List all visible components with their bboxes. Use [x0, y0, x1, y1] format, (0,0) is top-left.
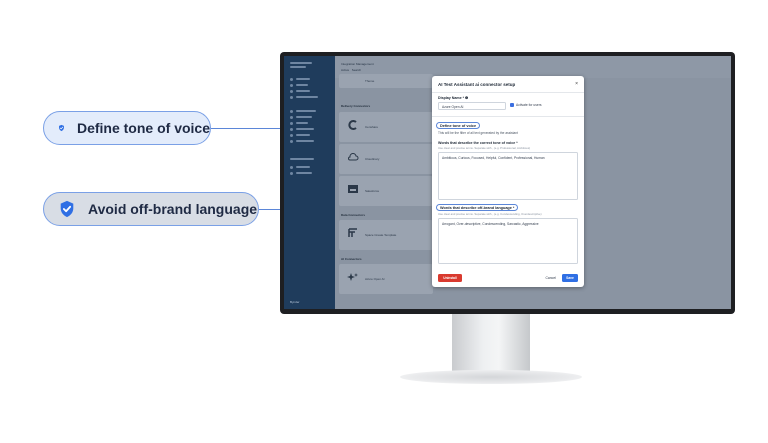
- activate-label: Activate for users: [516, 103, 542, 107]
- sidebar: Bynder: [284, 56, 335, 309]
- connector-setup-modal: AI Test Assistant ai connector setup × D…: [432, 76, 584, 287]
- tone-words-value: Ambitious, Curious, Focused, Helpful, Co…: [442, 156, 545, 160]
- save-button[interactable]: Save: [562, 274, 578, 282]
- connector-label: Salesforce: [365, 189, 380, 193]
- connector-icon: [348, 120, 357, 130]
- sparkle-icon: [347, 273, 358, 281]
- tone-words-hint: Use clear and precise terms. Separate wi…: [438, 146, 531, 150]
- tone-words-label: Words that describe the correct tone of …: [438, 141, 518, 145]
- tab-bar: Active Search: [341, 68, 361, 72]
- connector-card[interactable]: Salesforce: [339, 176, 433, 206]
- offbrand-hint: Use clear and precise terms. Separate wi…: [438, 212, 542, 216]
- display-name-field[interactable]: Azure Open AI: [438, 102, 506, 110]
- tone-pill: Define tone of voice: [436, 122, 481, 129]
- template-icon: [348, 228, 357, 237]
- modal-title: AI Test Assistant ai connector setup: [438, 82, 516, 87]
- sidebar-footer-logo[interactable]: Bynder: [290, 300, 300, 304]
- cloud-icon: [348, 152, 359, 161]
- close-icon[interactable]: ×: [575, 81, 578, 87]
- tone-words-textarea[interactable]: Ambitious, Curious, Focused, Helpful, Co…: [438, 152, 578, 200]
- activate-checkbox[interactable]: [510, 103, 514, 107]
- callout-avoid-offbrand: Avoid off-brand language: [43, 192, 259, 226]
- image-icon: [348, 185, 358, 193]
- cancel-button[interactable]: Cancel: [545, 274, 556, 282]
- list-item[interactable]: Theme: [339, 74, 433, 88]
- display-name-label: Display Name * ❶: [438, 96, 469, 100]
- callout-label: Define tone of voice: [76, 120, 210, 136]
- section-title: Delivery Connectors: [341, 104, 371, 108]
- list-item-label: Theme: [365, 79, 375, 83]
- offbrand-pill: Words that describe off-brand language *: [436, 204, 519, 211]
- shield-check-icon: [60, 200, 74, 218]
- connector-label: Cloudinary: [365, 157, 380, 161]
- tab-search[interactable]: Search: [352, 68, 362, 72]
- offbrand-value: Arrogant, Over-descriptive, Condescendin…: [442, 222, 539, 226]
- breadcrumb: Integration Management: [341, 62, 374, 66]
- connector-card[interactable]: Cloudinary: [339, 144, 433, 174]
- tab-active[interactable]: Active: [341, 68, 349, 72]
- shield-check-icon: [59, 124, 64, 132]
- monitor-stand-neck: [452, 314, 530, 372]
- connector-card[interactable]: Azure Open AI: [339, 264, 433, 294]
- connector-card[interactable]: Censhare: [339, 112, 433, 142]
- display-name-value: Azure Open AI: [442, 104, 464, 109]
- section-title: AI Connectors: [341, 257, 362, 261]
- offbrand-textarea[interactable]: Arrogant, Over-descriptive, Condescendin…: [438, 218, 578, 264]
- uninstall-button[interactable]: Uninstall: [438, 274, 462, 282]
- connector-label: Censhare: [365, 125, 379, 129]
- connector-label: Space Create Template: [365, 233, 397, 237]
- callout-define-tone: Define tone of voice: [43, 111, 211, 145]
- callout-label: Avoid off-brand language: [88, 201, 258, 217]
- connector-label: Azure Open AI: [365, 277, 385, 281]
- tone-description: This will be the filter of all text gene…: [438, 131, 518, 135]
- monitor-stand-base: [400, 370, 582, 384]
- connector-card[interactable]: Space Create Template: [339, 220, 433, 250]
- section-title: Data Connectors: [341, 213, 366, 217]
